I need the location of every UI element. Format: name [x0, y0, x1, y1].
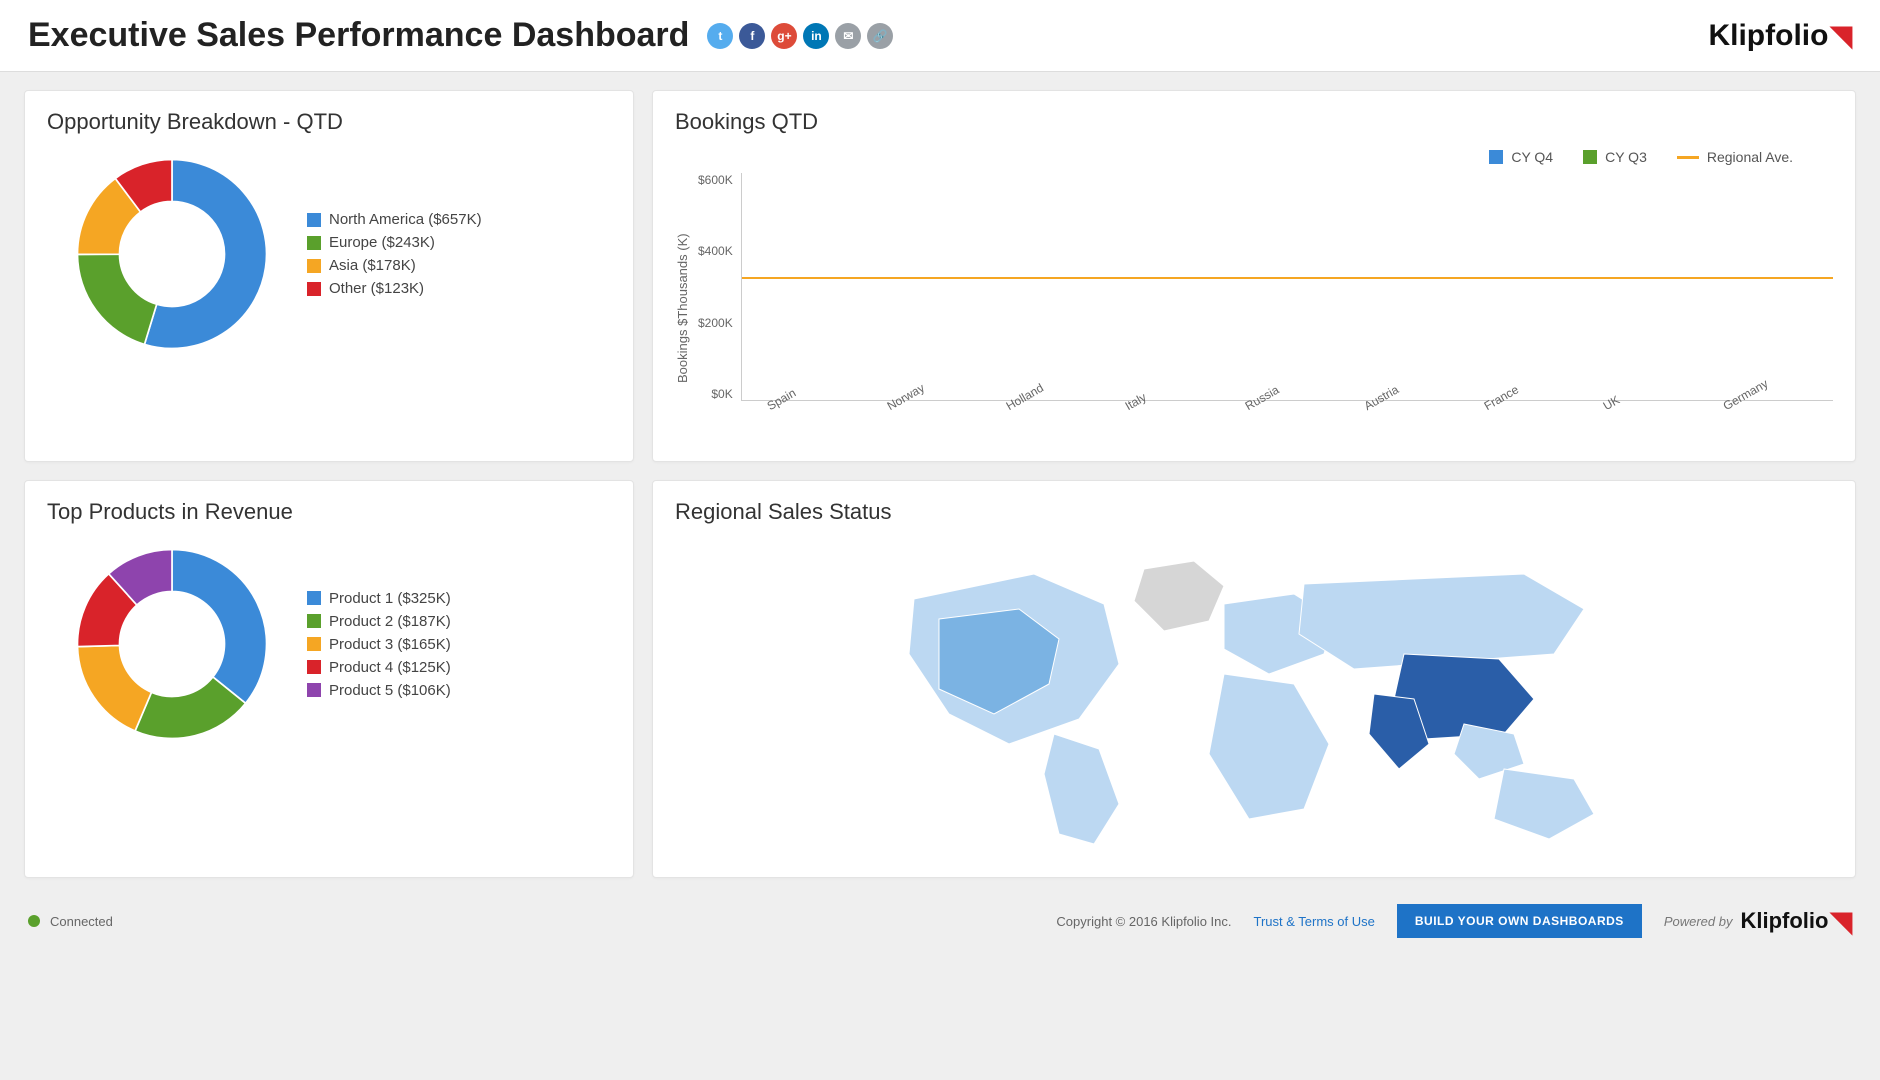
regional-map-wrap [675, 539, 1833, 859]
legend-swatch-icon [307, 637, 321, 651]
brand-logo-accent-icon: ◥ [1830, 19, 1852, 52]
legend-swatch-icon [307, 591, 321, 605]
brand-logo[interactable]: Klipfolio◥ [1708, 19, 1852, 53]
legend-label: North America ($657K) [329, 211, 482, 228]
dashboard-grid: Opportunity Breakdown - QTD North Americ… [0, 72, 1880, 890]
legend-item[interactable]: CY Q3 [1583, 149, 1647, 165]
bookings-plot-area: SpainNorwayHollandItalyRussiaAustriaFran… [741, 173, 1833, 401]
legend-line-swatch-icon [1677, 156, 1699, 159]
bookings-y-ticks: $600K $400K $200K $0K [698, 173, 733, 443]
y-tick-label: $400K [698, 244, 733, 258]
share-email-icon[interactable]: ✉ [835, 23, 861, 49]
panel-title-regional: Regional Sales Status [675, 499, 1833, 525]
legend-item[interactable]: Product 4 ($125K) [307, 659, 451, 676]
map-region-south-america[interactable] [1044, 734, 1119, 844]
legend-item[interactable]: Regional Ave. [1677, 149, 1793, 165]
legend-swatch-icon [307, 282, 321, 296]
donut-slice[interactable] [172, 550, 267, 704]
page-title: Executive Sales Performance Dashboard [28, 16, 689, 55]
products-legend: Product 1 ($325K) Product 2 ($187K) Produc… [307, 590, 451, 699]
powered-by-label: Powered by [1664, 914, 1733, 929]
legend-swatch-icon [1583, 150, 1597, 164]
powered-by: Powered by Klipfolio◥ [1664, 905, 1852, 938]
legend-label: Asia ($178K) [329, 257, 416, 274]
legend-swatch-icon [307, 236, 321, 250]
panel-title-bookings: Bookings QTD [675, 109, 1833, 135]
legend-item[interactable]: Product 3 ($165K) [307, 636, 451, 653]
legend-swatch-icon [307, 213, 321, 227]
share-linkedin-icon[interactable]: in [803, 23, 829, 49]
connection-status-text: Connected [50, 914, 113, 929]
footer-bar: Connected Copyright © 2016 Klipfolio Inc… [0, 890, 1880, 952]
legend-item[interactable]: CY Q4 [1489, 149, 1553, 165]
share-twitter-icon[interactable]: t [707, 23, 733, 49]
bookings-y-axis-label: Bookings $Thousands (K) [675, 173, 690, 443]
products-chart-row: Product 1 ($325K) Product 2 ($187K) Produc… [47, 539, 611, 749]
legend-label: Product 1 ($325K) [329, 590, 451, 607]
bookings-chart: Bookings $Thousands (K) $600K$400K$200K$… [675, 173, 1833, 443]
map-region-greenland[interactable] [1134, 561, 1224, 631]
header-bar: Executive Sales Performance Dashboard tf… [0, 0, 1880, 72]
share-link-icon[interactable]: 🔗 [867, 23, 893, 49]
panel-title-products: Top Products in Revenue [47, 499, 611, 525]
legend-label: Product 3 ($165K) [329, 636, 451, 653]
legend-swatch-icon [307, 614, 321, 628]
panel-products: Top Products in Revenue Product 1 ($325K… [24, 480, 634, 878]
world-map-chart [844, 549, 1664, 849]
legend-item[interactable]: Product 5 ($106K) [307, 682, 451, 699]
share-googleplus-icon[interactable]: g+ [771, 23, 797, 49]
build-dashboards-button[interactable]: BUILD YOUR OWN DASHBOARDS [1397, 904, 1642, 938]
copyright-text: Copyright © 2016 Klipfolio Inc. [1056, 914, 1231, 929]
legend-label: Product 4 ($125K) [329, 659, 451, 676]
footer-left: Connected [28, 914, 113, 929]
legend-label: Other ($123K) [329, 280, 424, 297]
legend-label: Product 5 ($106K) [329, 682, 451, 699]
footer-brand-text: Klipfolio [1740, 908, 1828, 934]
panel-opportunity: Opportunity Breakdown - QTD North Americ… [24, 90, 634, 462]
bookings-x-labels: SpainNorwayHollandItalyRussiaAustriaFran… [742, 400, 1833, 420]
legend-swatch-icon [1489, 150, 1503, 164]
share-facebook-icon[interactable]: f [739, 23, 765, 49]
header-left: Executive Sales Performance Dashboard tf… [28, 16, 893, 55]
status-dot-icon [28, 915, 40, 927]
brand-logo-text: Klipfolio [1708, 19, 1828, 53]
legend-item[interactable]: Asia ($178K) [307, 257, 482, 274]
terms-link[interactable]: Trust & Terms of Use [1253, 914, 1374, 929]
legend-swatch-icon [307, 683, 321, 697]
bookings-legend: CY Q4 CY Q3 Regional Ave. [675, 149, 1833, 165]
map-region-africa[interactable] [1209, 674, 1329, 819]
products-donut-chart [67, 539, 277, 749]
legend-item[interactable]: Other ($123K) [307, 280, 482, 297]
map-region-russia[interactable] [1299, 574, 1584, 669]
legend-label: CY Q4 [1511, 149, 1553, 165]
legend-item[interactable]: Product 2 ($187K) [307, 613, 451, 630]
legend-label: Product 2 ($187K) [329, 613, 451, 630]
footer-brand-accent-icon: ◥ [1830, 905, 1852, 938]
donut-slice[interactable] [78, 254, 157, 344]
opportunity-chart-row: North America ($657K) Europe ($243K) Asia … [47, 149, 611, 359]
footer-right: Copyright © 2016 Klipfolio Inc. Trust & … [1056, 904, 1852, 938]
footer-brand-logo[interactable]: Klipfolio◥ [1740, 905, 1852, 938]
donut-slice[interactable] [78, 645, 152, 731]
share-icons-row: tfg+in✉🔗 [707, 23, 893, 49]
legend-label: CY Q3 [1605, 149, 1647, 165]
opportunity-legend: North America ($657K) Europe ($243K) Asia … [307, 211, 482, 297]
legend-item[interactable]: North America ($657K) [307, 211, 482, 228]
y-tick-label: $0K [711, 387, 732, 401]
panel-title-opportunity: Opportunity Breakdown - QTD [47, 109, 611, 135]
legend-swatch-icon [307, 660, 321, 674]
map-region-australia[interactable] [1494, 769, 1594, 839]
panel-regional: Regional Sales Status [652, 480, 1856, 878]
legend-item[interactable]: Europe ($243K) [307, 234, 482, 251]
panel-bookings: Bookings QTD CY Q4 CY Q3 Regional Ave. Boo… [652, 90, 1856, 462]
legend-label: Europe ($243K) [329, 234, 435, 251]
legend-label: Regional Ave. [1707, 149, 1793, 165]
legend-swatch-icon [307, 259, 321, 273]
y-tick-label: $200K [698, 316, 733, 330]
y-tick-label: $600K [698, 173, 733, 187]
opportunity-donut-chart [67, 149, 277, 359]
legend-item[interactable]: Product 1 ($325K) [307, 590, 451, 607]
